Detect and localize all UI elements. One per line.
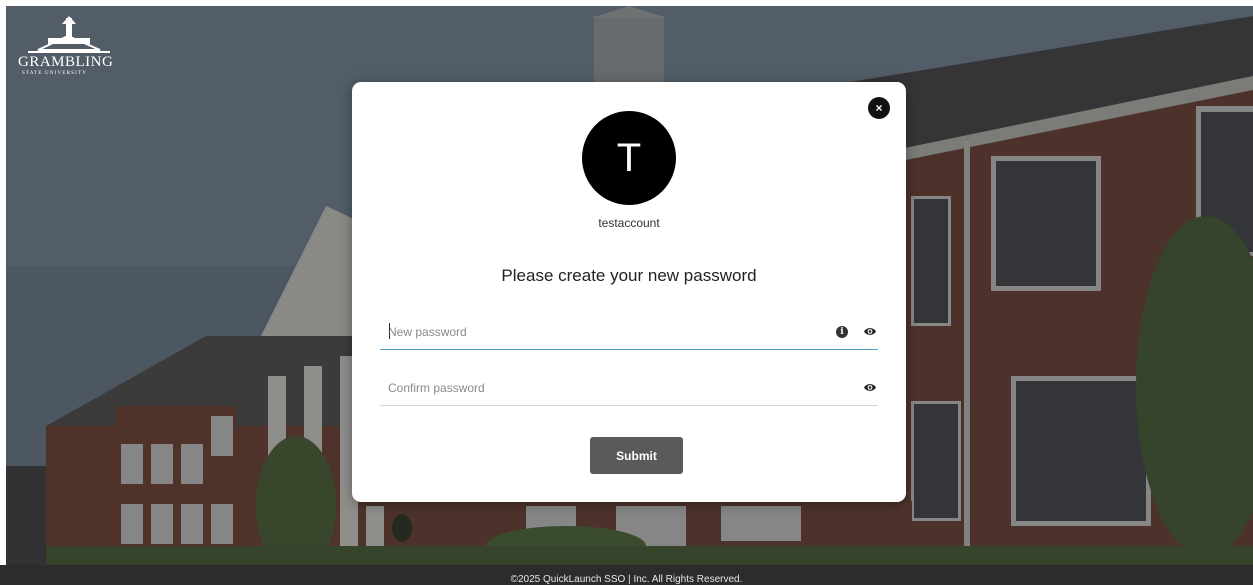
new-password-field: i xyxy=(380,314,878,350)
close-button[interactable]: × xyxy=(868,97,890,119)
submit-button[interactable]: Submit xyxy=(590,437,683,474)
info-icon[interactable]: i xyxy=(836,326,848,338)
logo-emblem-icon xyxy=(28,16,110,53)
logo-wordmark: GRAMBLING xyxy=(18,54,114,70)
show-password-eye-icon[interactable] xyxy=(863,326,877,337)
copyright-text: ©2025 QuickLaunch SSO | Inc. All Rights … xyxy=(510,574,743,585)
show-confirm-password-eye-icon[interactable] xyxy=(863,382,877,393)
create-password-dialog: × T testaccount Please create your new p… xyxy=(352,82,906,502)
avatar: T xyxy=(582,111,676,205)
footer: ©2025 QuickLaunch SSO | Inc. All Rights … xyxy=(0,565,1253,585)
new-password-input[interactable] xyxy=(388,320,818,344)
logo-subtext: STATE UNIVERSITY xyxy=(22,71,88,76)
page-title: Please create your new password xyxy=(501,266,757,285)
university-logo: GRAMBLING STATE UNIVERSITY xyxy=(18,16,118,84)
confirm-password-input[interactable] xyxy=(388,376,818,400)
confirm-password-field xyxy=(380,370,878,406)
text-caret xyxy=(389,323,390,339)
username-label: testaccount xyxy=(598,216,660,230)
